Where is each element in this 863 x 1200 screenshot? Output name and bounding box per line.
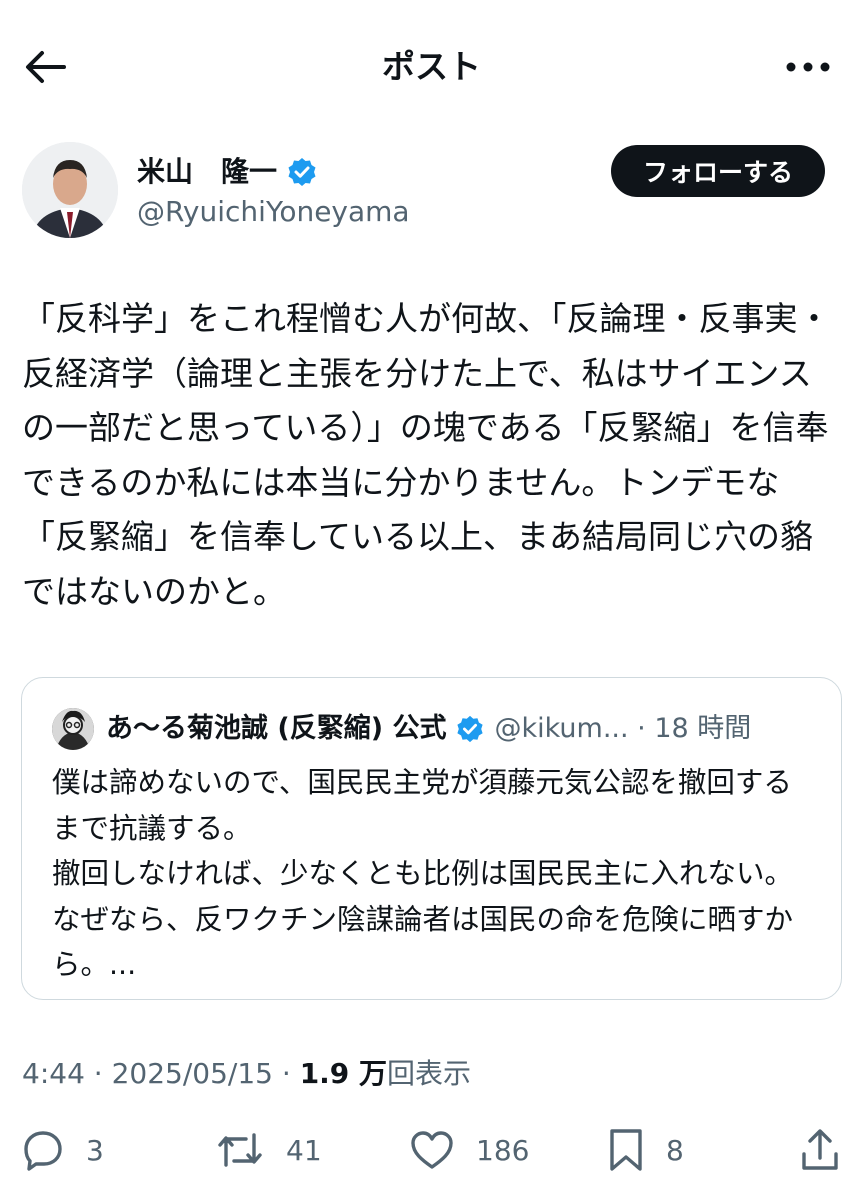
like-button[interactable]: 186 [410, 1126, 529, 1174]
meta-separator: · [272, 1057, 300, 1090]
repost-count: 41 [286, 1133, 322, 1167]
quote-author-handle[interactable]: @kikum... [494, 706, 628, 752]
share-button[interactable] [800, 1126, 840, 1174]
quote-separator: · [628, 713, 655, 744]
bookmark-count: 8 [666, 1133, 684, 1167]
post-date[interactable]: 2025/05/15 [112, 1057, 273, 1090]
post-time[interactable]: 4:44 [22, 1057, 85, 1090]
repost-icon [218, 1133, 262, 1167]
verified-badge-icon [288, 158, 316, 186]
quoted-post-card[interactable]: あ〜る菊池誠 (反緊縮) 公式 @kikum... · 18 時間 僕は諦めない… [21, 677, 842, 1000]
post-meta: 4:44 · 2025/05/15 · 1.9 万回表示 [22, 1052, 471, 1096]
like-count: 186 [476, 1133, 530, 1167]
quote-author-name[interactable]: あ〜る菊池誠 (反緊縮) 公式 [106, 706, 446, 752]
meta-separator: · [84, 1057, 112, 1090]
action-bar: 3 41 186 8 [0, 1120, 863, 1180]
verified-badge-icon [457, 715, 484, 743]
reply-icon [24, 1131, 62, 1171]
author-name: 米山 隆一 [137, 155, 278, 188]
reply-count: 3 [86, 1133, 104, 1167]
top-bar: ポスト [0, 0, 863, 130]
heart-icon [411, 1131, 453, 1169]
repost-button[interactable]: 41 [216, 1126, 322, 1174]
author-handle[interactable]: @RyuichiYoneyama [137, 193, 410, 231]
bookmark-icon [610, 1129, 642, 1171]
more-options-button[interactable] [783, 50, 833, 84]
author-avatar[interactable] [22, 142, 118, 238]
quote-avatar-image [52, 708, 94, 750]
bookmark-button[interactable]: 8 [608, 1126, 684, 1174]
author-photo [22, 142, 118, 238]
post-text: 「反科学」をこれ程憎む人が何故、「反論理・反事実・反経済学（論理と主張を分けた上… [22, 299, 831, 611]
quote-author-avatar[interactable] [52, 708, 94, 750]
views-count: 1.9 万 [299, 1057, 388, 1090]
follow-button[interactable]: フォローする [611, 145, 825, 197]
reply-button[interactable]: 3 [22, 1126, 104, 1174]
views-label: 回表示 [387, 1057, 472, 1090]
quote-header: あ〜る菊池誠 (反緊縮) 公式 @kikum... · 18 時間 [106, 706, 821, 752]
more-horizontal-icon [786, 62, 830, 72]
quote-timestamp[interactable]: 18 時間 [654, 706, 751, 752]
author-name-row[interactable]: 米山 隆一 [137, 153, 317, 191]
quote-text: 僕は諦めないので、国民民主党が須藤元気公認を撤回するまで抗議する。 撤回しなけれ… [52, 766, 794, 981]
share-icon [802, 1129, 838, 1170]
page-title: ポスト [382, 47, 481, 86]
